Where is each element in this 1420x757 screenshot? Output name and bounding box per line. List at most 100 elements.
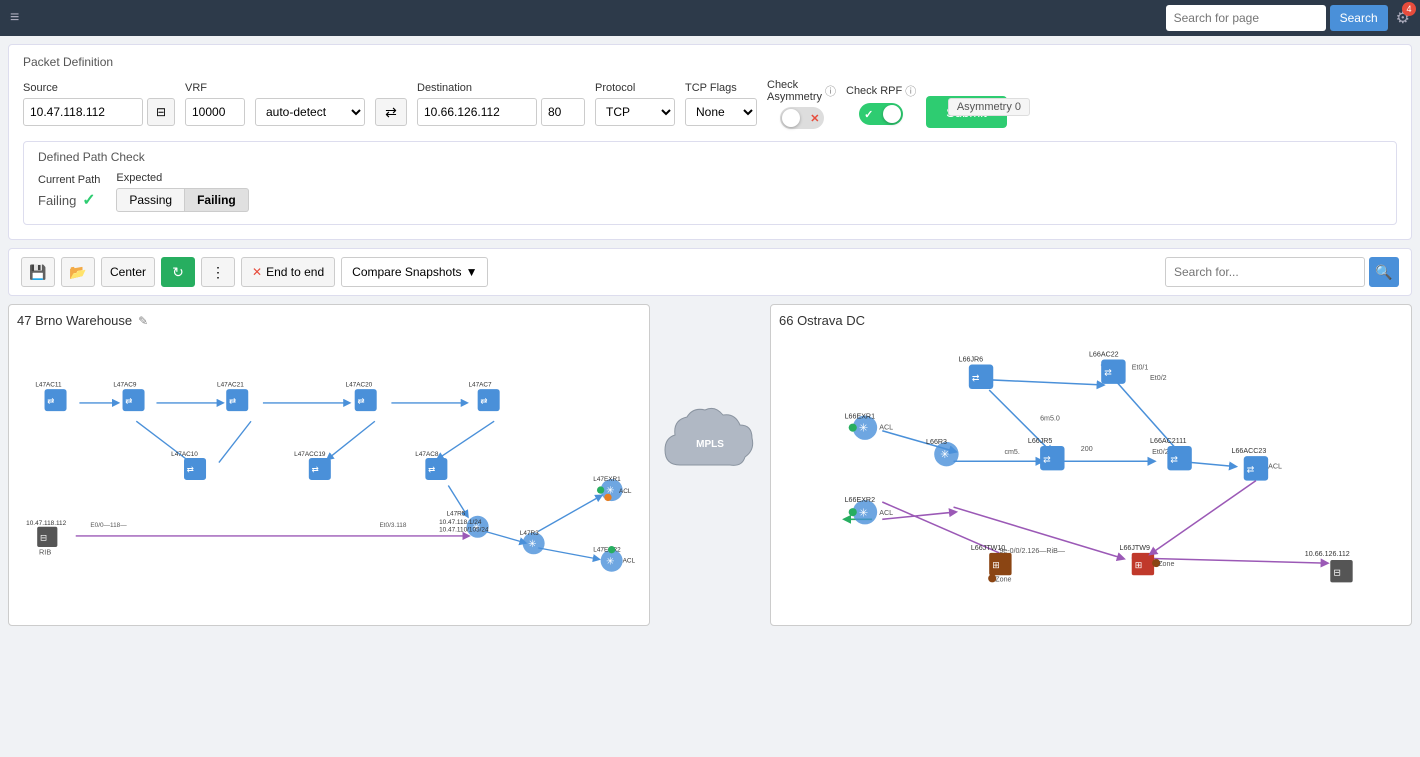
asymmetry-toggle-knob bbox=[782, 109, 800, 127]
protocol-label: Protocol bbox=[595, 82, 675, 94]
svg-text:✳: ✳ bbox=[859, 423, 868, 435]
svg-text:L66R3: L66R3 bbox=[926, 438, 947, 446]
protocol-select[interactable]: TCP bbox=[595, 98, 675, 126]
svg-text:L47R3: L47R3 bbox=[520, 530, 539, 537]
brno-diagram-svg: RIB E0/0—118— Et0/3.118 ⇄ L47AC11 ⇄ L47A… bbox=[17, 334, 641, 614]
asymmetry-label: Asymmetry 0 bbox=[957, 101, 1021, 113]
current-path-field: Current Path Failing ✓ bbox=[38, 174, 100, 210]
destination-port-input[interactable] bbox=[541, 98, 585, 126]
header-search-wrap: Search bbox=[1166, 5, 1388, 31]
open-button[interactable]: 📂 bbox=[61, 257, 95, 287]
rpf-toggle-check: ✓ bbox=[864, 108, 873, 121]
brno-edit-icon[interactable]: ✎ bbox=[138, 314, 148, 328]
svg-text:⇄: ⇄ bbox=[1170, 454, 1178, 464]
vrf-value-input[interactable] bbox=[185, 98, 245, 126]
more-options-button[interactable]: ⋮ bbox=[201, 257, 235, 287]
compare-chevron-icon: ▼ bbox=[466, 265, 478, 279]
center-button[interactable]: Center bbox=[101, 257, 155, 287]
page-search-input[interactable] bbox=[1166, 5, 1326, 31]
svg-text:Et0/1: Et0/1 bbox=[1132, 364, 1149, 372]
brno-title-text: 47 Brno Warehouse bbox=[17, 313, 132, 328]
destination-label: Destination bbox=[417, 82, 585, 94]
svg-text:⇄: ⇄ bbox=[972, 373, 980, 383]
toolbar-search-wrap: 🔍 bbox=[1165, 257, 1399, 287]
diagram-area: 47 Brno Warehouse ✎ bbox=[8, 304, 1412, 626]
brno-warehouse-title: 47 Brno Warehouse ✎ bbox=[17, 313, 641, 328]
destination-input[interactable] bbox=[417, 98, 537, 126]
svg-text:10.47.118.112: 10.47.118.112 bbox=[26, 520, 66, 527]
asymmetry-toggle-x: ✕ bbox=[810, 112, 819, 125]
svg-text:L47AC11: L47AC11 bbox=[35, 381, 62, 388]
asymmetry-badge: Asymmetry 0 bbox=[948, 98, 1030, 116]
asymmetry-info-icon[interactable]: ⓘ bbox=[825, 83, 836, 99]
refresh-button[interactable]: ↻ bbox=[161, 257, 195, 287]
svg-text:L66AC22: L66AC22 bbox=[1089, 350, 1119, 358]
svg-text:Et0/3.118: Et0/3.118 bbox=[379, 522, 406, 529]
expected-passing-button[interactable]: Passing bbox=[116, 188, 185, 212]
expected-label: Expected bbox=[116, 172, 248, 184]
check-rpf-label: Check RPF bbox=[846, 85, 902, 97]
svg-text:⊞: ⊞ bbox=[1135, 560, 1143, 570]
source-input-group: ⊟ bbox=[23, 98, 175, 126]
source-label: Source bbox=[23, 82, 175, 94]
check-rpf-group: Check RPF ⓘ ✓ bbox=[846, 83, 916, 125]
save-button[interactable]: 💾 bbox=[21, 257, 55, 287]
copy-source-button[interactable]: ⊟ bbox=[147, 98, 175, 126]
svg-text:10.66.126.112: 10.66.126.112 bbox=[1305, 550, 1350, 558]
source-group: Source ⊟ bbox=[23, 82, 175, 126]
notification-badge: 4 bbox=[1402, 2, 1416, 16]
svg-text:L47AC10: L47AC10 bbox=[171, 451, 198, 458]
svg-text:⇄: ⇄ bbox=[125, 397, 132, 406]
svg-text:RIB: RIB bbox=[39, 547, 51, 556]
diagram-search-input[interactable] bbox=[1165, 257, 1365, 287]
svg-text:⇄: ⇄ bbox=[357, 397, 364, 406]
svg-text:Et0/2: Et0/2 bbox=[1150, 374, 1167, 382]
svg-text:ACL: ACL bbox=[1268, 462, 1282, 470]
gear-icon-wrap[interactable]: ⚙ 4 bbox=[1396, 8, 1410, 28]
check-asymmetry-label: CheckAsymmetry bbox=[767, 79, 822, 103]
protocol-group: Protocol TCP bbox=[595, 82, 675, 126]
svg-text:Zone: Zone bbox=[995, 575, 1011, 583]
vrf-group: VRF bbox=[185, 82, 245, 126]
svg-text:⇄: ⇄ bbox=[1247, 464, 1255, 474]
page-search-button[interactable]: Search bbox=[1330, 5, 1388, 31]
source-input[interactable] bbox=[23, 98, 143, 126]
svg-text:L47R5: L47R5 bbox=[446, 511, 465, 518]
svg-text:cm5.: cm5. bbox=[1004, 448, 1019, 456]
destination-group: Destination bbox=[417, 82, 585, 126]
path-check-row: Current Path Failing ✓ Expected Passing … bbox=[38, 172, 1382, 212]
compare-snapshots-button[interactable]: Compare Snapshots ▼ bbox=[341, 257, 488, 287]
expected-failing-button[interactable]: Failing bbox=[185, 188, 249, 212]
svg-text:L47AC21: L47AC21 bbox=[217, 381, 244, 388]
svg-text:⊟: ⊟ bbox=[1333, 567, 1341, 577]
svg-text:L47AC8: L47AC8 bbox=[415, 451, 439, 458]
svg-text:⊟: ⊟ bbox=[40, 534, 47, 543]
diagram-search-button[interactable]: 🔍 bbox=[1369, 257, 1399, 287]
menu-icon[interactable]: ≡ bbox=[10, 9, 19, 27]
expected-section: Expected Passing Failing bbox=[116, 172, 248, 212]
svg-text:200: 200 bbox=[1081, 445, 1093, 453]
svg-text:L66JTW10: L66JTW10 bbox=[971, 544, 1005, 552]
swap-button[interactable]: ⇄ bbox=[375, 98, 407, 126]
end-to-end-x-icon: ✕ bbox=[252, 265, 262, 279]
svg-text:L66JR6: L66JR6 bbox=[959, 355, 984, 363]
expected-buttons: Passing Failing bbox=[116, 188, 248, 212]
rpf-toggle[interactable]: ✓ bbox=[859, 103, 903, 125]
current-path-label: Current Path bbox=[38, 174, 100, 186]
tcp-flags-group: TCP Flags None bbox=[685, 82, 757, 126]
packet-definition-panel: Packet Definition Source ⊟ VRF - auto-de… bbox=[8, 44, 1412, 240]
vrf-detect-select[interactable]: auto-detect bbox=[255, 98, 365, 126]
packet-fields-row: Source ⊟ VRF - auto-detect ⇄ Destination bbox=[23, 79, 1397, 129]
packet-definition-title: Packet Definition bbox=[23, 55, 1397, 69]
rpf-info-icon[interactable]: ⓘ bbox=[905, 83, 916, 99]
asymmetry-toggle[interactable]: ✕ bbox=[780, 107, 824, 129]
svg-text:MPLS: MPLS bbox=[696, 439, 724, 450]
svg-text:L47EXR2: L47EXR2 bbox=[593, 547, 621, 554]
end-to-end-button[interactable]: ✕ End to end bbox=[241, 257, 335, 287]
brno-warehouse-container: 47 Brno Warehouse ✎ bbox=[8, 304, 650, 626]
toolbar: 💾 📂 Center ↻ ⋮ ✕ End to end Compare Snap… bbox=[8, 248, 1412, 296]
tcp-flags-select[interactable]: None bbox=[685, 98, 757, 126]
current-path-status-row: Failing ✓ bbox=[38, 190, 100, 210]
svg-text:10.47.110/105/24: 10.47.110/105/24 bbox=[439, 526, 489, 533]
svg-text:⇄: ⇄ bbox=[47, 397, 54, 406]
